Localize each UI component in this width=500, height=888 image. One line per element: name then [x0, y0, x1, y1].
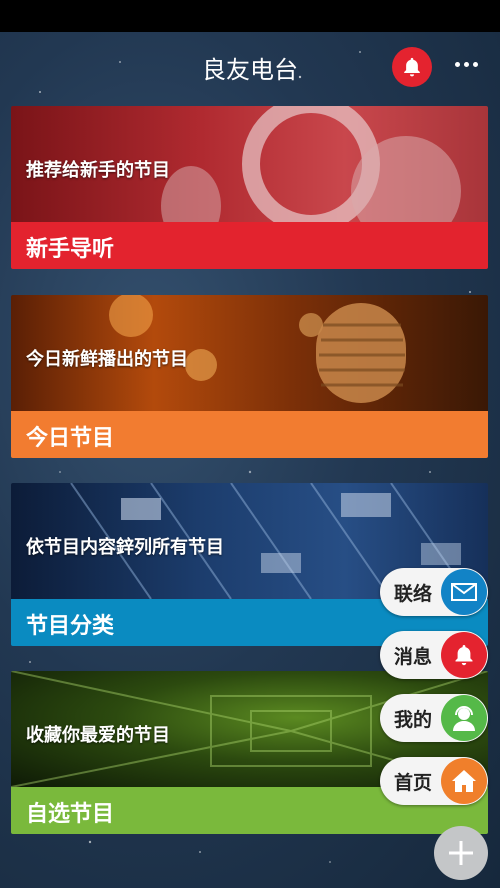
fab-label: 联络: [394, 583, 433, 605]
card-subtitle: 推荐给新手的节目: [26, 160, 170, 181]
card-label: 节目分类: [26, 614, 115, 639]
envelope-icon: [441, 569, 487, 615]
card-subtitle: 收藏你最爱的节目: [26, 725, 170, 746]
card-label: 新手导听: [26, 237, 115, 262]
card-label-bar: 今日节目: [11, 411, 488, 458]
dot-icon: [454, 61, 460, 67]
card-label-bar: 新手导听: [11, 222, 488, 269]
card-program-categories[interactable]: 依节目内容鋅列所有节目 节目分类: [11, 483, 488, 646]
fab-messages-button[interactable]: 消息: [380, 631, 488, 679]
notification-button[interactable]: [392, 47, 432, 87]
bell-icon: [404, 57, 420, 77]
fab-toggle-button[interactable]: [434, 826, 488, 880]
fab-label: 消息: [394, 646, 433, 668]
home-icon: [441, 758, 487, 804]
status-bar: [0, 0, 500, 32]
fab-contact-button[interactable]: 联络: [380, 568, 488, 616]
plus-icon: [449, 841, 473, 865]
card-today-programs[interactable]: 今日新鲜播出的节目 今日节目: [11, 295, 488, 458]
dot-icon: [463, 61, 469, 67]
card-subtitle: 依节目内容鋅列所有节目: [26, 537, 224, 558]
card-subtitle: 今日新鲜播出的节目: [26, 349, 188, 370]
more-options-button[interactable]: [450, 54, 482, 74]
bell-icon: [441, 632, 487, 678]
card-label: 今日节目: [26, 426, 115, 451]
user-headset-icon: [441, 695, 487, 741]
fab-profile-button[interactable]: 我的: [380, 694, 488, 742]
dot-icon: [472, 61, 478, 67]
fab-label: 首页: [394, 772, 433, 794]
fab-label: 我的: [394, 709, 433, 731]
fab-home-button[interactable]: 首页: [380, 757, 488, 805]
card-label: 自选节目: [26, 802, 115, 827]
card-beginner-guide[interactable]: 推荐给新手的节目 新手导听: [11, 106, 488, 269]
